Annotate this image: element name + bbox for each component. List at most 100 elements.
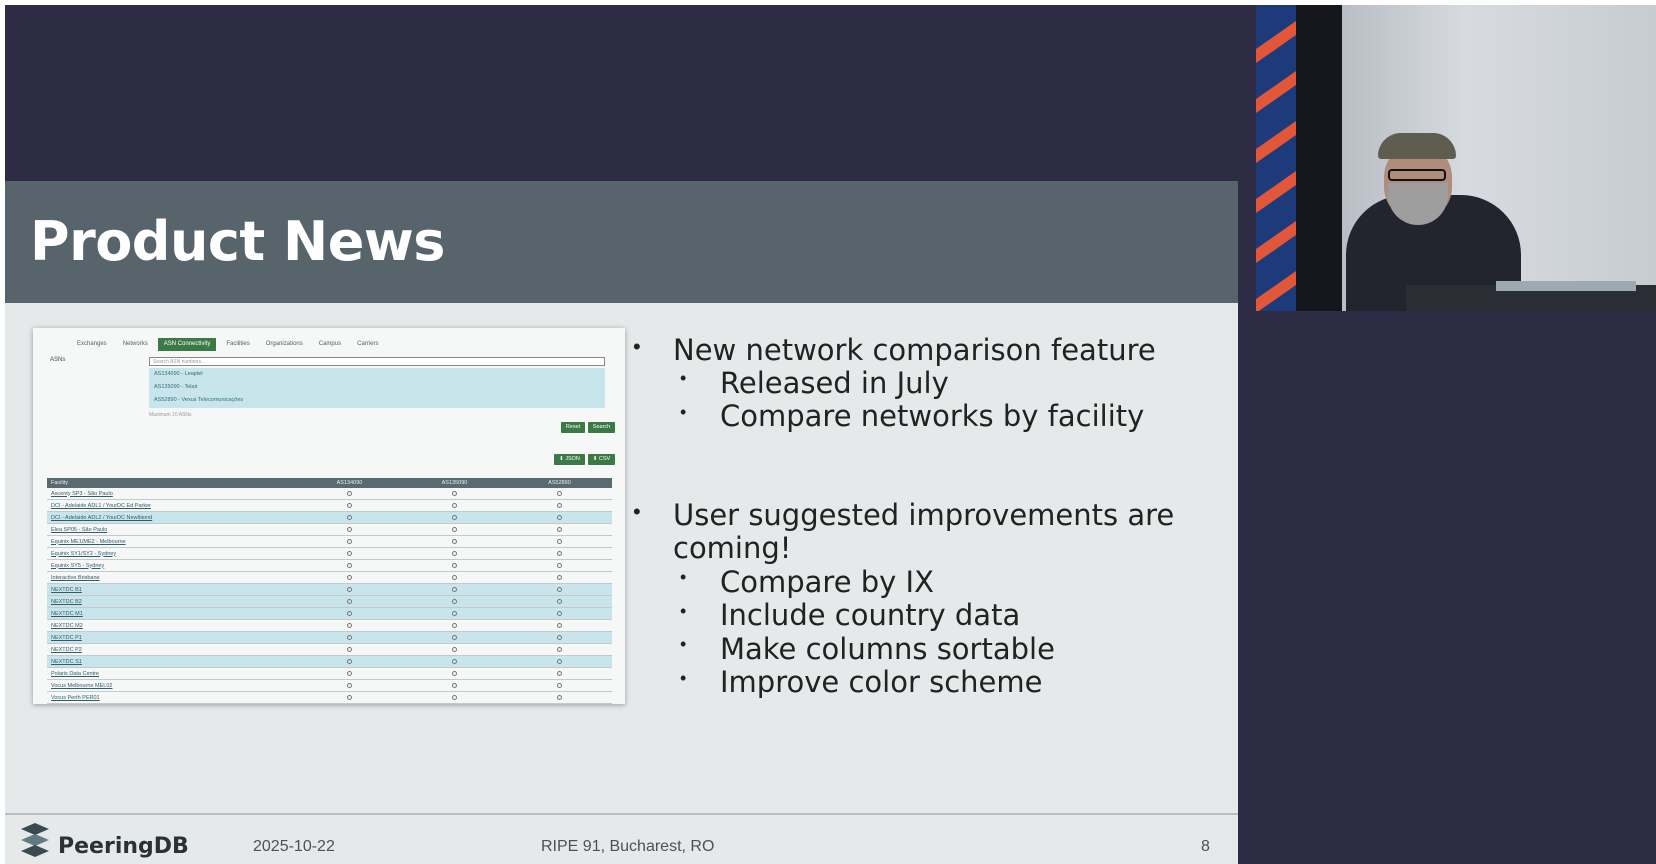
screenshot-tab: Networks — [122, 341, 148, 347]
bullet-dot: • — [633, 334, 641, 359]
presence-cell — [297, 488, 402, 500]
table-row: Equinix SY5 - Sydney — [47, 559, 612, 572]
bullet-dot: • — [680, 402, 687, 422]
presence-cell — [507, 499, 612, 512]
circle-indicator-icon — [452, 622, 457, 628]
column-header: AS135090 — [402, 478, 507, 488]
bullet-text: coming! — [673, 531, 792, 565]
presence-cell — [297, 619, 402, 632]
circle-indicator-icon — [347, 646, 352, 652]
circle-indicator-icon — [452, 562, 457, 568]
presence-cell — [297, 655, 402, 668]
table-header-row: Facility AS134090 AS135090 AS52890 — [47, 478, 612, 488]
circle-indicator-icon — [347, 550, 352, 556]
footer-event: RIPE 91, Bucharest, RO — [541, 838, 715, 855]
bullet-dot: • — [680, 634, 687, 654]
presence-cell — [297, 631, 402, 644]
circle-indicator-icon — [347, 694, 352, 700]
bullet-dot: • — [680, 601, 687, 621]
circle-indicator-icon — [557, 490, 562, 496]
presence-cell — [402, 523, 507, 536]
embedded-screenshot: Exchanges Networks ASN Connectivity Facilit… — [33, 328, 625, 704]
table-row: NEXTDC P1 — [47, 631, 612, 644]
presence-cell — [507, 523, 612, 536]
presence-cell — [507, 619, 612, 632]
presence-cell — [402, 535, 507, 548]
presence-cell — [507, 595, 612, 608]
circle-indicator-icon — [557, 550, 562, 556]
facility-name: NEXTDC P1 — [47, 631, 297, 644]
circle-indicator-icon — [452, 586, 457, 592]
circle-indicator-icon — [347, 586, 352, 592]
suggestion-item: AS135090 - Telair — [154, 384, 198, 390]
table-row: DCI - Adelaide ADL2 / YourDC Newlbiond — [47, 511, 612, 524]
presence-cell — [402, 488, 507, 500]
asns-label: ASNs — [50, 357, 66, 363]
facility-name: Equinix SY1/SY2 - Sydney — [47, 547, 297, 560]
table-row: Equinix SY1/SY2 - Sydney — [47, 547, 612, 560]
circle-indicator-icon — [452, 538, 457, 544]
search-button: Search — [588, 422, 615, 433]
suggestion-item: AS134090 - Leaptel — [154, 371, 203, 377]
presence-cell — [402, 643, 507, 656]
presence-cell — [507, 571, 612, 584]
presence-cell — [507, 679, 612, 692]
circle-indicator-icon — [557, 538, 562, 544]
table-row: Interactive Brisbane — [47, 571, 612, 584]
screenshot-tab: ASN Connectivity — [157, 338, 217, 351]
facility-name: Polaris Data Centre — [47, 667, 297, 680]
presence-cell — [507, 511, 612, 524]
circle-indicator-icon — [557, 682, 562, 688]
facility-name: NEXTDC M2 — [47, 619, 297, 632]
table-row: NEXTDC B1 — [47, 583, 612, 596]
presence-cell — [297, 643, 402, 656]
screenshot-tab: Campus — [318, 341, 342, 347]
circle-indicator-icon — [452, 670, 457, 676]
stage-backdrop — [1256, 5, 1296, 311]
table-row: Equinix ME1/ME2 - Melbourne — [47, 535, 612, 548]
suggestion-item: AS52890 - Vexus Telecomunicações — [154, 397, 244, 403]
presence-cell — [507, 488, 612, 500]
presence-cell — [507, 607, 612, 620]
table-row: Elea SP05 - São Paulo — [47, 523, 612, 536]
reset-button: Reset — [561, 422, 585, 433]
circle-indicator-icon — [452, 574, 457, 580]
table-row: NEXTDC S1 — [47, 655, 612, 668]
presence-cell — [402, 511, 507, 524]
presence-cell — [297, 583, 402, 596]
circle-indicator-icon — [452, 610, 457, 616]
table-row: NEXTDC M1 — [47, 607, 612, 620]
presence-cell — [402, 619, 507, 632]
circle-indicator-icon — [557, 658, 562, 664]
presence-cell — [402, 547, 507, 560]
circle-indicator-icon — [452, 526, 457, 532]
facility-name: Interactive Brisbane — [47, 571, 297, 584]
presence-cell — [297, 535, 402, 548]
circle-indicator-icon — [452, 502, 457, 508]
facility-name: Equinix SY5 - Sydney — [47, 559, 297, 572]
circle-indicator-icon — [347, 670, 352, 676]
presence-cell — [402, 571, 507, 584]
footer-page-number: 8 — [1201, 838, 1210, 855]
presence-cell — [507, 643, 612, 656]
table-row: NEXTDC P2 — [47, 643, 612, 656]
facility-name: NEXTDC M1 — [47, 607, 297, 620]
slide: Product News Exchanges Networks ASN Connec… — [5, 5, 1238, 864]
presence-cell — [402, 667, 507, 680]
facility-name: Elea SP05 - São Paulo — [47, 523, 297, 536]
circle-indicator-icon — [557, 646, 562, 652]
presence-cell — [402, 691, 507, 704]
presence-cell — [402, 559, 507, 572]
facility-name: Vocus Perth PER01 — [47, 691, 297, 704]
circle-indicator-icon — [557, 514, 562, 520]
presence-cell — [402, 583, 507, 596]
slide-title: Product News — [30, 210, 445, 273]
presence-cell — [402, 595, 507, 608]
bullet-text: Make columns sortable — [720, 632, 1055, 666]
footer-logo-text: PeeringDB — [58, 834, 189, 859]
presence-cell — [507, 547, 612, 560]
circle-indicator-icon — [557, 694, 562, 700]
table-row: DCI - Adelaide ADL1 / YourDC Ed Parker — [47, 499, 612, 512]
asn-search-input: Search ASN numbers... — [149, 357, 605, 366]
presence-cell — [297, 679, 402, 692]
